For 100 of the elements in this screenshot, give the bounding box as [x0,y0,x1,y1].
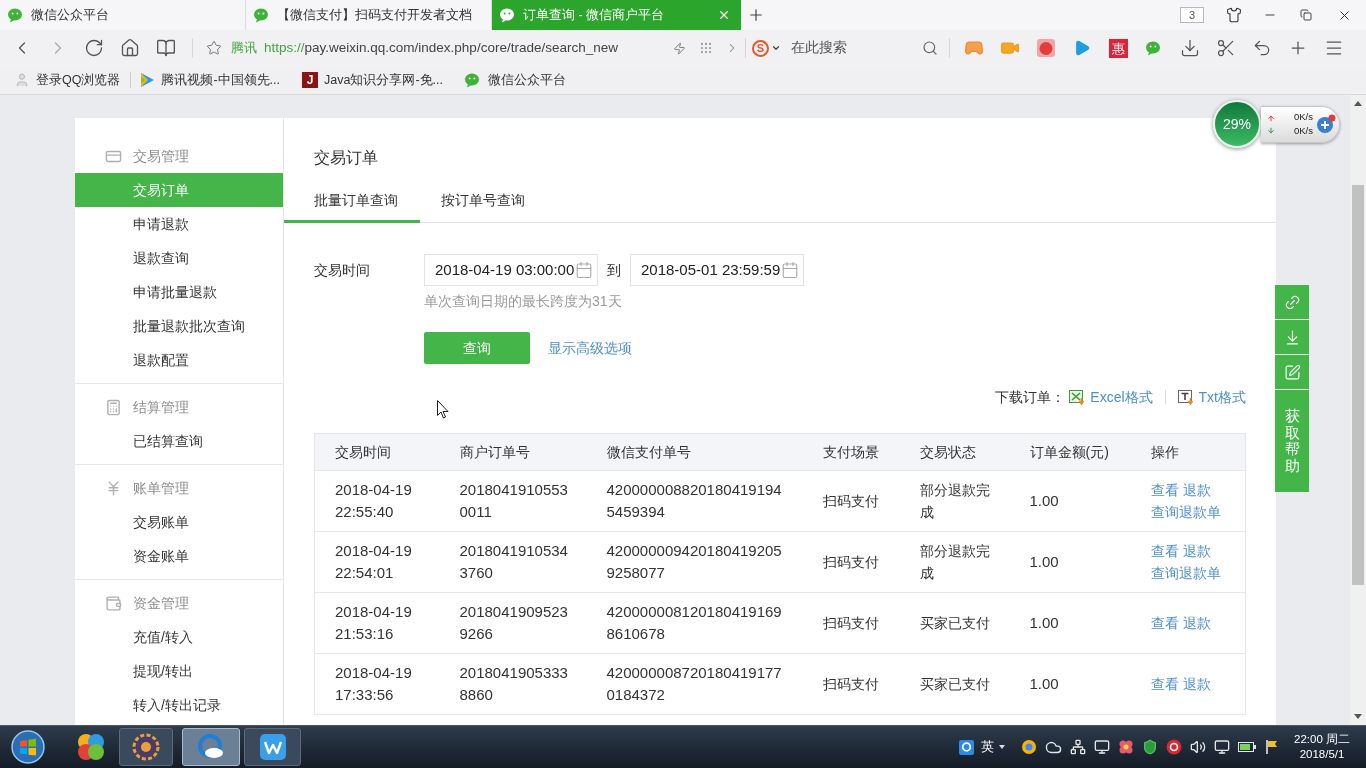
table-cell-text: 扫码支付 [822,675,880,694]
play-icon[interactable] [1073,39,1091,57]
search-icon[interactable] [922,40,938,56]
colorful-circle-icon[interactable] [1021,739,1037,755]
search-field[interactable]: S 在此搜索 [746,33,944,63]
sidebar-item[interactable]: 申请退款 [75,207,283,241]
action-link[interactable]: 查询退款单 [1150,562,1221,584]
action-link[interactable]: 退款 [1182,612,1211,634]
deal-badge[interactable]: 惠 [1108,38,1128,58]
bookmark-item[interactable]: J Java知识分享网-免... [302,70,444,90]
sidebar-item[interactable]: 交易账单 [75,505,283,539]
site-label: 腾讯 [231,39,257,58]
action-link[interactable]: 退款 [1182,479,1211,501]
network-speed-panel[interactable]: 0K/s 0K/s [1261,105,1340,143]
action-link[interactable]: 查看 [1150,673,1179,695]
table-cell-text: 4200000081201804191698610678 [606,602,783,644]
undo-icon[interactable] [1252,38,1272,58]
sidebar-item[interactable]: 提现/转出 [75,654,283,688]
download-format-link[interactable]: Txt格式 [1198,386,1246,408]
column-header: 订单金额(元) [1009,433,1131,471]
download-icon[interactable] [1180,38,1200,58]
taskbar-button[interactable] [119,728,173,766]
input-language-indicator[interactable]: 英 [981,737,994,757]
chat-bubble-icon [500,7,517,23]
tab[interactable]: 批量订单查询 [284,170,420,223]
sidebar-item[interactable]: 退款查询 [75,241,283,275]
download-format-link[interactable]: Excel格式 [1090,386,1153,408]
table-cell-text: 买家已支付 [919,614,991,633]
shirt-icon[interactable] [1226,7,1242,23]
book-icon[interactable] [156,38,176,58]
sidebar-item[interactable]: 资金账单 [75,539,283,573]
scrollbar-thumb[interactable] [1352,185,1364,585]
plus-icon[interactable] [747,6,765,24]
address-field[interactable]: 腾讯 https://pay.weixin.qq.com/index.php/core/trade/search_new [193,33,745,63]
caret-icon[interactable] [771,43,781,53]
calculator-icon [105,398,122,416]
action-link[interactable]: 查询退款单 [1150,501,1221,523]
window-count-badge[interactable]: 3 [1180,7,1204,23]
table-cell-text: 部分退款完成 [919,481,991,522]
date-field[interactable]: 2018-04-19 03:00:00 [424,254,598,286]
sidebar-item[interactable]: 批量退款批次查询 [75,309,283,343]
menu-group-title: 结算管理 [133,397,189,417]
table-cell-text: 2018-04-19 22:55:40 [335,480,413,522]
clock-date[interactable]: 2018/5/1 [1299,747,1345,762]
lightning-icon[interactable] [673,41,686,55]
home-icon[interactable] [120,38,140,58]
gear-icon [132,733,160,761]
bookmark-item[interactable]: 微信公众平台 [465,70,567,90]
table-cell-text: 扫码支付 [822,614,880,633]
reload-icon[interactable] [84,38,104,58]
monitor-icon[interactable] [1214,739,1230,755]
scroll-down-icon[interactable] [1354,714,1362,719]
table-cell-text: 买家已支付 [919,675,991,694]
range-separator: 到 [607,260,621,280]
star-icon[interactable] [206,40,222,56]
circle-tile-icon[interactable] [1037,39,1055,57]
sidebar-item[interactable]: 已结算查询 [75,424,283,458]
column-header: 交易状态 [899,433,1010,471]
flag-icon[interactable] [1264,739,1280,755]
action-link[interactable]: 退款 [1182,540,1211,562]
date-field[interactable]: 2018-05-01 23:59:59 [630,254,804,286]
battery-icon[interactable] [1238,742,1256,752]
scrollbar-track[interactable] [1350,95,1366,725]
table-cell-text: 扫码支付 [822,553,880,572]
action-link[interactable]: 查看 [1150,612,1179,634]
sidebar-item[interactable]: 退款配置 [75,343,283,377]
speaker-icon[interactable] [1190,739,1206,755]
network-icon[interactable] [1070,739,1086,755]
table-cell-text: 2018-04-19 17:33:56 [335,663,413,705]
scissors-icon[interactable] [1216,38,1236,58]
flower-icon[interactable] [1118,739,1134,755]
action-link[interactable]: 查看 [1150,479,1179,501]
upload-arrow-icon [1267,113,1275,123]
ring-tile-icon[interactable] [959,739,974,755]
advanced-options-link[interactable]: 显示高级选项 [548,337,632,359]
scroll-up-icon[interactable] [1354,101,1362,106]
chat-bubble-icon [254,7,271,23]
restore-icon[interactable] [1300,9,1312,21]
close-tab-icon[interactable] [717,8,731,22]
taskbar-button[interactable] [244,728,301,766]
tab[interactable]: 按订单号查询 [420,170,547,223]
shield-icon[interactable] [1142,739,1158,755]
sidebar-item[interactable]: 充值/转入 [75,620,283,654]
sidebar-item[interactable]: 转入/转出记录 [75,688,283,722]
action-link[interactable]: 退款 [1182,673,1211,695]
table-cell-text: 2018-04-19 21:53:16 [335,602,413,644]
plus-badge-icon[interactable] [1316,114,1336,134]
monitor-icon[interactable] [1094,739,1110,755]
taskbar-button[interactable] [182,728,240,766]
bookmark-item[interactable]: 登录QQ浏览器 [14,70,121,90]
start-button[interactable] [11,730,45,764]
clock-time[interactable]: 22:00 周二 [1294,732,1350,747]
spreadsheet-icon [1069,389,1087,405]
caret-icon[interactable] [999,745,1005,749]
field-label: 交易时间 [314,260,371,280]
action-link[interactable]: 查看 [1150,540,1179,562]
bookmark-item[interactable]: 腾讯视频-中国领先... [139,70,281,90]
target-icon[interactable] [1166,739,1182,755]
sidebar-item[interactable]: 申请批量退款 [75,275,283,309]
four-circles-icon [76,732,106,762]
